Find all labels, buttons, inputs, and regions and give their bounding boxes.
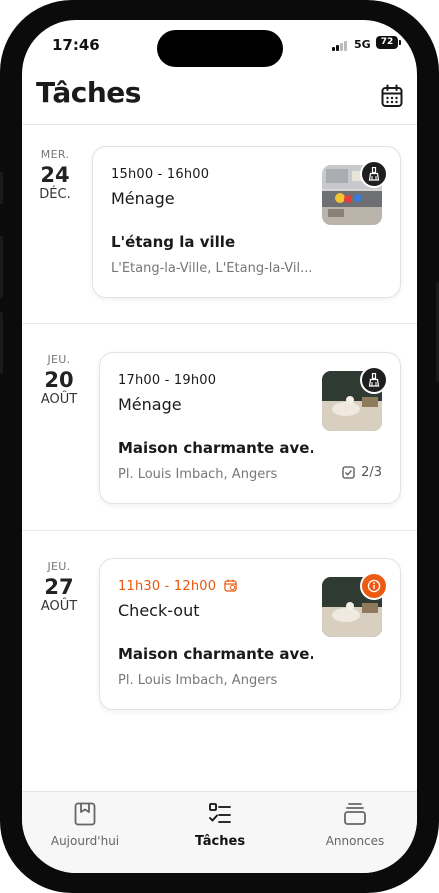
task-list[interactable]: MER. 24 DÉC. 15h00 - 16h00 Ménage L'étan… (22, 125, 417, 790)
date-weekday: JEU. (47, 560, 71, 573)
action-button (0, 172, 3, 204)
property-address: Pl. Louis Imbach, Angers (118, 673, 278, 688)
property-address: Pl. Louis Imbach, Angers (118, 467, 278, 482)
property-name: Maison charmante ave... (118, 645, 313, 663)
checkbox-icon (342, 466, 355, 479)
task-date: JEU. 27 AOÛT (35, 560, 83, 614)
task-card[interactable]: 15h00 - 16h00 Ménage L'étang la ville L'… (92, 146, 401, 298)
property-name: L'étang la ville (111, 233, 236, 251)
property-address: L'Étang-la-Ville, L'Étang-la-Vil... (111, 261, 311, 276)
property-name: Maison charmante ave... (118, 439, 313, 457)
date-month: AOÛT (40, 599, 78, 614)
volume-up-button (0, 236, 3, 298)
status-time: 17:46 (52, 36, 100, 54)
status-bar: 17:46 5G 72 (22, 20, 417, 70)
task-section: MER. 24 DÉC. 15h00 - 16h00 Ménage L'étan… (22, 125, 417, 324)
cleaning-icon (360, 366, 388, 394)
volume-down-button (0, 312, 3, 374)
page-title: Tâches (36, 76, 141, 109)
task-hours: 11h30 - 12h00 (118, 579, 237, 594)
header: Tâches (22, 72, 417, 125)
task-card[interactable]: 17h00 - 19h00 Ménage Maison charmante av… (99, 352, 401, 504)
bookmark-icon (74, 802, 96, 826)
task-type: Ménage (118, 395, 182, 414)
screen: 17:46 5G 72 Tâches MER. 24 DÉC. 15h00 - … (22, 20, 417, 873)
tab-label: Aujourd'hui (50, 834, 120, 848)
date-day: 24 (40, 163, 70, 187)
progress-count: 2/3 (361, 465, 382, 480)
task-section: JEU. 27 AOÛT 11h30 - 12h00 Check-out Mai… (22, 531, 417, 731)
tab-bar: Aujourd'hui Tâches Annonces (22, 791, 417, 873)
tab-listings[interactable]: Annonces (300, 802, 410, 848)
stack-icon (344, 803, 366, 825)
date-day: 27 (44, 575, 74, 599)
dynamic-island (157, 30, 283, 67)
date-month: AOÛT (40, 392, 78, 407)
calendar-icon[interactable] (381, 84, 403, 108)
date-weekday: MER. (40, 148, 70, 161)
task-hours: 17h00 - 19h00 (118, 373, 217, 388)
phone-frame: 17:46 5G 72 Tâches MER. 24 DÉC. 15h00 - … (0, 0, 439, 893)
alarm-clock-icon (223, 579, 237, 592)
task-section: JEU. 20 AOÛT 17h00 - 19h00 Ménage Maison… (22, 324, 417, 531)
battery-icon: 72 (376, 36, 401, 49)
date-weekday: JEU. (47, 353, 71, 366)
signal-icon (332, 40, 350, 51)
task-type: Check-out (118, 601, 200, 620)
task-date: MER. 24 DÉC. (31, 148, 79, 202)
tab-label: Annonces (325, 834, 385, 848)
task-hours-text: 11h30 - 12h00 (118, 579, 217, 594)
info-icon (360, 572, 388, 600)
task-hours: 15h00 - 16h00 (111, 167, 210, 182)
date-day: 20 (44, 368, 74, 392)
task-type: Ménage (111, 189, 175, 208)
battery-level: 72 (380, 37, 394, 47)
task-date: JEU. 20 AOÛT (35, 353, 83, 407)
checklist-icon (209, 803, 231, 823)
date-month: DÉC. (39, 187, 71, 202)
tab-tasks[interactable]: Tâches (165, 802, 275, 849)
cleaning-icon (360, 160, 388, 188)
tab-today[interactable]: Aujourd'hui (30, 802, 140, 848)
checklist-progress: 2/3 (342, 465, 382, 480)
tab-label: Tâches (194, 834, 246, 849)
task-card[interactable]: 11h30 - 12h00 Check-out Maison charmante… (99, 558, 401, 710)
network-label: 5G (354, 38, 371, 51)
